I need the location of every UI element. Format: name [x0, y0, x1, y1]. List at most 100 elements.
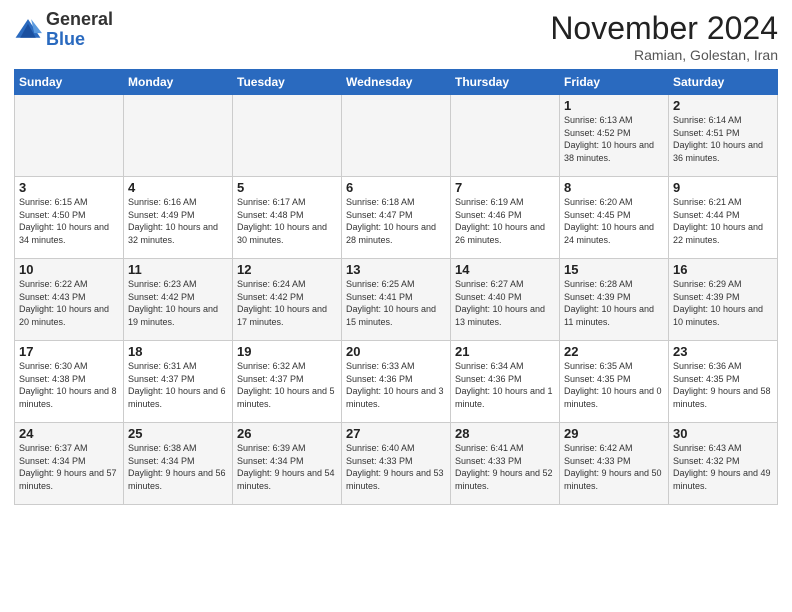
calendar-week-row: 1 Sunrise: 6:13 AM Sunset: 4:52 PM Dayli…: [15, 95, 778, 177]
calendar-week-row: 10 Sunrise: 6:22 AM Sunset: 4:43 PM Dayl…: [15, 259, 778, 341]
day-number: 12: [237, 262, 337, 277]
day-number: 22: [564, 344, 664, 359]
day-info: Sunrise: 6:33 AM Sunset: 4:36 PM Dayligh…: [346, 360, 446, 410]
day-info: Sunrise: 6:38 AM Sunset: 4:34 PM Dayligh…: [128, 442, 228, 492]
day-number: 13: [346, 262, 446, 277]
day-info: Sunrise: 6:39 AM Sunset: 4:34 PM Dayligh…: [237, 442, 337, 492]
day-info: Sunrise: 6:20 AM Sunset: 4:45 PM Dayligh…: [564, 196, 664, 246]
calendar-week-row: 24 Sunrise: 6:37 AM Sunset: 4:34 PM Dayl…: [15, 423, 778, 505]
day-info: Sunrise: 6:41 AM Sunset: 4:33 PM Dayligh…: [455, 442, 555, 492]
day-info: Sunrise: 6:27 AM Sunset: 4:40 PM Dayligh…: [455, 278, 555, 328]
calendar-cell: 23 Sunrise: 6:36 AM Sunset: 4:35 PM Dayl…: [669, 341, 778, 423]
calendar-week-row: 17 Sunrise: 6:30 AM Sunset: 4:38 PM Dayl…: [15, 341, 778, 423]
day-number: 5: [237, 180, 337, 195]
day-number: 1: [564, 98, 664, 113]
calendar-cell: 22 Sunrise: 6:35 AM Sunset: 4:35 PM Dayl…: [560, 341, 669, 423]
day-number: 2: [673, 98, 773, 113]
day-number: 27: [346, 426, 446, 441]
day-info: Sunrise: 6:14 AM Sunset: 4:51 PM Dayligh…: [673, 114, 773, 164]
calendar-cell: 7 Sunrise: 6:19 AM Sunset: 4:46 PM Dayli…: [451, 177, 560, 259]
day-number: 14: [455, 262, 555, 277]
day-number: 19: [237, 344, 337, 359]
calendar-cell: 17 Sunrise: 6:30 AM Sunset: 4:38 PM Dayl…: [15, 341, 124, 423]
calendar-cell: 21 Sunrise: 6:34 AM Sunset: 4:36 PM Dayl…: [451, 341, 560, 423]
day-number: 11: [128, 262, 228, 277]
day-info: Sunrise: 6:31 AM Sunset: 4:37 PM Dayligh…: [128, 360, 228, 410]
day-info: Sunrise: 6:19 AM Sunset: 4:46 PM Dayligh…: [455, 196, 555, 246]
calendar-cell: [342, 95, 451, 177]
day-number: 8: [564, 180, 664, 195]
day-info: Sunrise: 6:17 AM Sunset: 4:48 PM Dayligh…: [237, 196, 337, 246]
calendar-week-row: 3 Sunrise: 6:15 AM Sunset: 4:50 PM Dayli…: [15, 177, 778, 259]
day-number: 26: [237, 426, 337, 441]
logo: General Blue: [14, 10, 113, 50]
col-header-tuesday: Tuesday: [233, 70, 342, 95]
calendar-cell: 14 Sunrise: 6:27 AM Sunset: 4:40 PM Dayl…: [451, 259, 560, 341]
calendar-cell: 26 Sunrise: 6:39 AM Sunset: 4:34 PM Dayl…: [233, 423, 342, 505]
calendar-cell: 16 Sunrise: 6:29 AM Sunset: 4:39 PM Dayl…: [669, 259, 778, 341]
calendar-cell: [124, 95, 233, 177]
calendar-cell: 5 Sunrise: 6:17 AM Sunset: 4:48 PM Dayli…: [233, 177, 342, 259]
day-number: 9: [673, 180, 773, 195]
day-number: 7: [455, 180, 555, 195]
col-header-wednesday: Wednesday: [342, 70, 451, 95]
day-info: Sunrise: 6:34 AM Sunset: 4:36 PM Dayligh…: [455, 360, 555, 410]
month-title: November 2024: [550, 10, 778, 47]
day-number: 3: [19, 180, 119, 195]
day-number: 15: [564, 262, 664, 277]
calendar-cell: 3 Sunrise: 6:15 AM Sunset: 4:50 PM Dayli…: [15, 177, 124, 259]
day-info: Sunrise: 6:21 AM Sunset: 4:44 PM Dayligh…: [673, 196, 773, 246]
page-header: General Blue November 2024 Ramian, Goles…: [14, 10, 778, 63]
location-subtitle: Ramian, Golestan, Iran: [550, 47, 778, 63]
day-info: Sunrise: 6:35 AM Sunset: 4:35 PM Dayligh…: [564, 360, 664, 410]
calendar-cell: [233, 95, 342, 177]
day-number: 28: [455, 426, 555, 441]
calendar-cell: 18 Sunrise: 6:31 AM Sunset: 4:37 PM Dayl…: [124, 341, 233, 423]
day-info: Sunrise: 6:28 AM Sunset: 4:39 PM Dayligh…: [564, 278, 664, 328]
day-info: Sunrise: 6:13 AM Sunset: 4:52 PM Dayligh…: [564, 114, 664, 164]
calendar-table: SundayMondayTuesdayWednesdayThursdayFrid…: [14, 69, 778, 505]
calendar-page: General Blue November 2024 Ramian, Goles…: [0, 0, 792, 612]
logo-blue-text: Blue: [46, 29, 85, 49]
logo-general-text: General: [46, 9, 113, 29]
calendar-cell: 20 Sunrise: 6:33 AM Sunset: 4:36 PM Dayl…: [342, 341, 451, 423]
calendar-cell: 15 Sunrise: 6:28 AM Sunset: 4:39 PM Dayl…: [560, 259, 669, 341]
calendar-cell: 10 Sunrise: 6:22 AM Sunset: 4:43 PM Dayl…: [15, 259, 124, 341]
calendar-header-row: SundayMondayTuesdayWednesdayThursdayFrid…: [15, 70, 778, 95]
col-header-friday: Friday: [560, 70, 669, 95]
calendar-cell: 2 Sunrise: 6:14 AM Sunset: 4:51 PM Dayli…: [669, 95, 778, 177]
col-header-monday: Monday: [124, 70, 233, 95]
day-number: 23: [673, 344, 773, 359]
day-info: Sunrise: 6:37 AM Sunset: 4:34 PM Dayligh…: [19, 442, 119, 492]
col-header-thursday: Thursday: [451, 70, 560, 95]
calendar-cell: 19 Sunrise: 6:32 AM Sunset: 4:37 PM Dayl…: [233, 341, 342, 423]
calendar-cell: 25 Sunrise: 6:38 AM Sunset: 4:34 PM Dayl…: [124, 423, 233, 505]
calendar-cell: 1 Sunrise: 6:13 AM Sunset: 4:52 PM Dayli…: [560, 95, 669, 177]
calendar-cell: 13 Sunrise: 6:25 AM Sunset: 4:41 PM Dayl…: [342, 259, 451, 341]
day-number: 18: [128, 344, 228, 359]
day-info: Sunrise: 6:32 AM Sunset: 4:37 PM Dayligh…: [237, 360, 337, 410]
day-info: Sunrise: 6:25 AM Sunset: 4:41 PM Dayligh…: [346, 278, 446, 328]
calendar-cell: [15, 95, 124, 177]
calendar-cell: 28 Sunrise: 6:41 AM Sunset: 4:33 PM Dayl…: [451, 423, 560, 505]
day-number: 6: [346, 180, 446, 195]
day-info: Sunrise: 6:40 AM Sunset: 4:33 PM Dayligh…: [346, 442, 446, 492]
day-number: 24: [19, 426, 119, 441]
calendar-cell: 24 Sunrise: 6:37 AM Sunset: 4:34 PM Dayl…: [15, 423, 124, 505]
day-number: 16: [673, 262, 773, 277]
calendar-cell: 30 Sunrise: 6:43 AM Sunset: 4:32 PM Dayl…: [669, 423, 778, 505]
calendar-cell: [451, 95, 560, 177]
col-header-sunday: Sunday: [15, 70, 124, 95]
calendar-cell: 4 Sunrise: 6:16 AM Sunset: 4:49 PM Dayli…: [124, 177, 233, 259]
day-info: Sunrise: 6:22 AM Sunset: 4:43 PM Dayligh…: [19, 278, 119, 328]
day-number: 10: [19, 262, 119, 277]
col-header-saturday: Saturday: [669, 70, 778, 95]
day-info: Sunrise: 6:43 AM Sunset: 4:32 PM Dayligh…: [673, 442, 773, 492]
calendar-cell: 6 Sunrise: 6:18 AM Sunset: 4:47 PM Dayli…: [342, 177, 451, 259]
day-info: Sunrise: 6:29 AM Sunset: 4:39 PM Dayligh…: [673, 278, 773, 328]
day-number: 30: [673, 426, 773, 441]
day-info: Sunrise: 6:23 AM Sunset: 4:42 PM Dayligh…: [128, 278, 228, 328]
day-info: Sunrise: 6:30 AM Sunset: 4:38 PM Dayligh…: [19, 360, 119, 410]
day-number: 21: [455, 344, 555, 359]
day-number: 17: [19, 344, 119, 359]
